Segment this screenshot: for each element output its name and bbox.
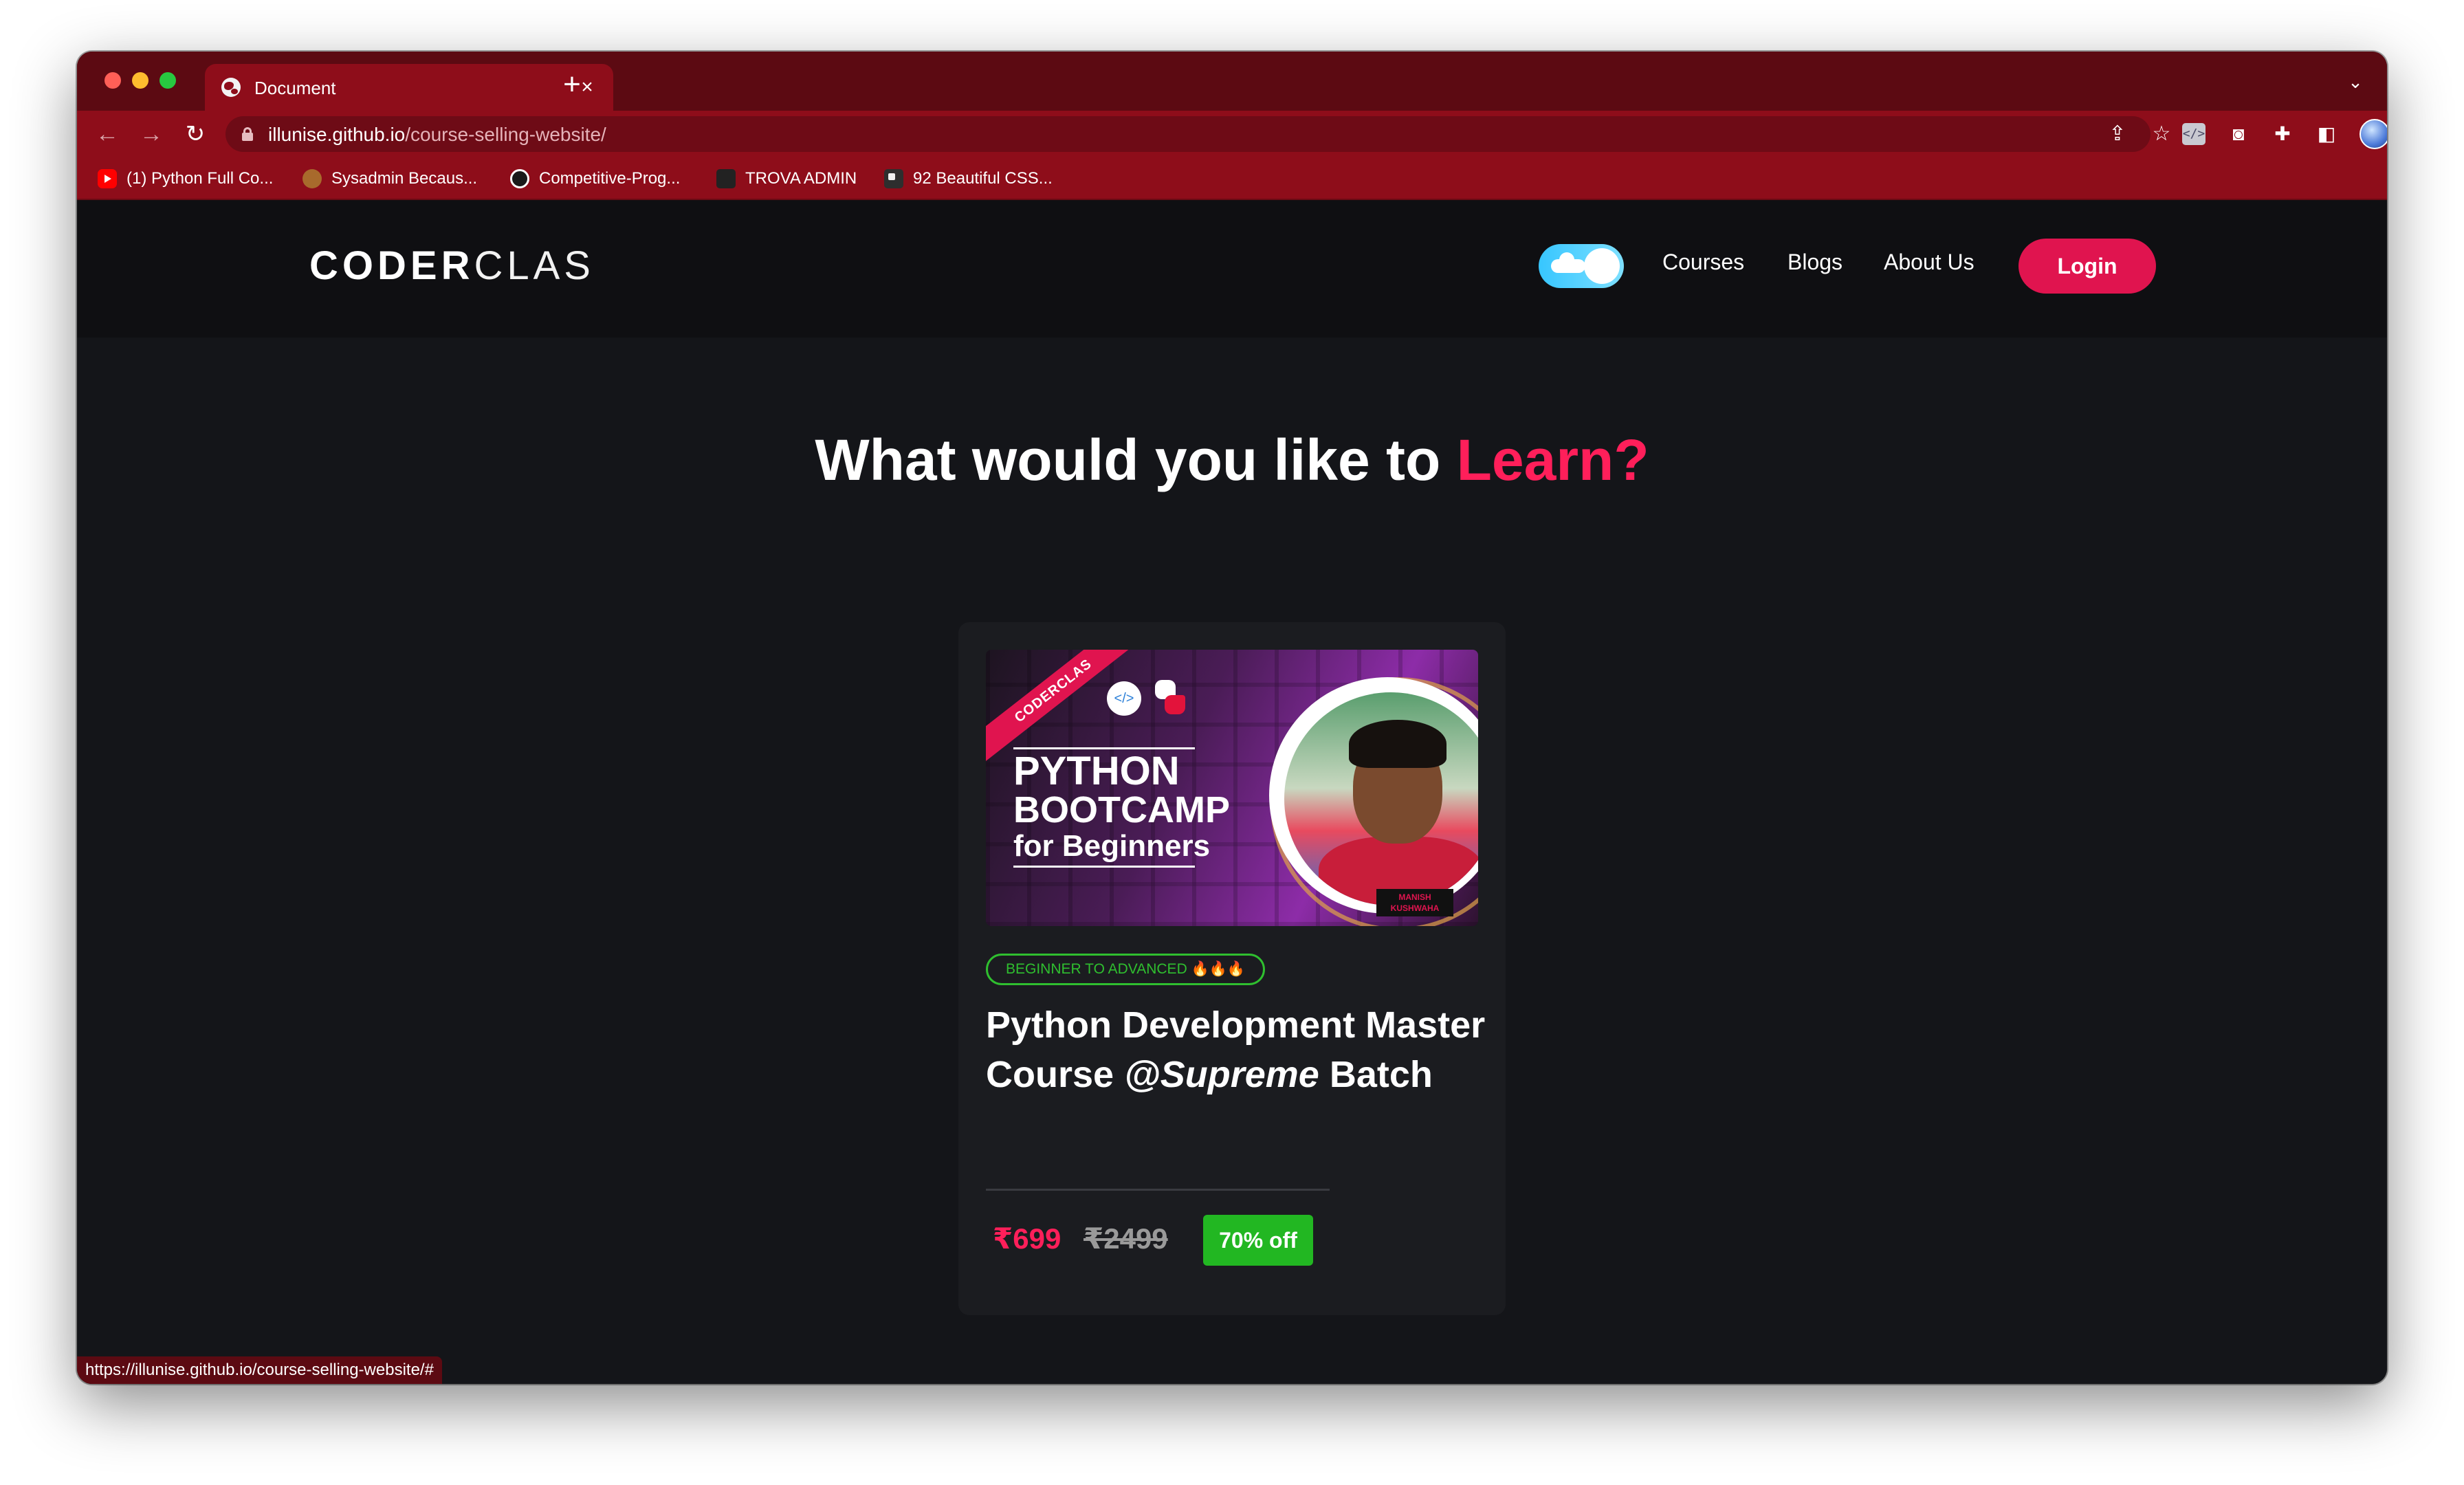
card-divider: [986, 1189, 1330, 1191]
original-price: ₹2499: [1084, 1222, 1168, 1255]
nav-about-link[interactable]: About Us: [1884, 250, 1974, 275]
level-badge: BEGINNER TO ADVANCED 🔥🔥🔥: [986, 954, 1266, 985]
bookmark-python-full-course[interactable]: (1) Python Full Co...: [98, 167, 273, 190]
url-text[interactable]: illunise.github.io/course-selling-websit…: [268, 124, 606, 146]
bookmark-trova-admin[interactable]: TROVA ADMIN: [716, 167, 857, 190]
minimize-window-button[interactable]: [132, 72, 148, 89]
logo-bold: CODER: [309, 243, 474, 288]
bookmark-competitive-prog[interactable]: Competitive-Prog...: [510, 167, 680, 190]
bookmark-label: Sysadmin Becaus...: [331, 169, 478, 188]
login-button[interactable]: Login: [2018, 239, 2156, 294]
bookmark-label: Competitive-Prog...: [539, 169, 681, 188]
sysadmin-icon: [302, 169, 322, 188]
browser-window: Document × + ⌄ ← → ↻ illunise.github.io/…: [77, 52, 2387, 1384]
tab-search-icon[interactable]: ⌄: [2340, 67, 2370, 97]
github-icon: [510, 169, 529, 188]
course-title-end: Batch: [1319, 1054, 1433, 1095]
code-extension-icon[interactable]: </>: [2182, 123, 2206, 145]
bookmark-label: 92 Beautiful CSS...: [913, 169, 1053, 188]
trova-icon: [716, 169, 736, 188]
site-header: CODERCLAS Courses Blogs About Us Login: [77, 200, 2387, 338]
extensions-puzzle-icon[interactable]: ✚: [2269, 120, 2296, 148]
site-logo[interactable]: CODERCLAS: [309, 243, 595, 289]
new-tab-button[interactable]: +: [551, 64, 593, 105]
bookmark-beautiful-css[interactable]: 92 Beautiful CSS...: [884, 167, 1053, 190]
cloud-icon: [1551, 252, 1585, 273]
thumbnail-title: PYTHON BOOTCAMP for Beginners: [1013, 751, 1230, 861]
theme-toggle[interactable]: [1539, 244, 1624, 288]
address-bar[interactable]: illunise.github.io/course-selling-websit…: [226, 116, 2170, 152]
python-icon: [1151, 679, 1188, 716]
tab-strip: Document × + ⌄: [77, 52, 2387, 111]
course-title-brand: @Supreme: [1124, 1054, 1319, 1095]
logo-light: CLAS: [474, 243, 595, 288]
youtube-icon: [98, 169, 117, 188]
share-icon[interactable]: ⇪: [2105, 122, 2130, 146]
bookmark-label: (1) Python Full Co...: [126, 169, 274, 188]
hero-title-accent: Learn?: [1456, 428, 1649, 492]
thumbnail-line-1: PYTHON: [1013, 749, 1180, 793]
vscode-icon: </>: [1107, 681, 1141, 716]
maximize-window-button[interactable]: [160, 72, 176, 89]
status-bar-url: https://illunise.github.io/course-sellin…: [77, 1356, 442, 1384]
course-price: ₹699: [993, 1222, 1062, 1255]
url-path: /course-selling-website/: [405, 124, 606, 145]
bookmark-sysadmin[interactable]: Sysadmin Becaus...: [302, 167, 477, 190]
nav-blogs-link[interactable]: Blogs: [1788, 250, 1842, 275]
back-icon[interactable]: ←: [92, 119, 122, 149]
reload-icon[interactable]: ↻: [180, 119, 210, 149]
url-host: illunise.github.io: [268, 124, 406, 145]
hero-title-prefix: What would you like to: [815, 428, 1457, 492]
course-card[interactable]: CODERCLAS </> PYTHON BOOTCAMP for Beginn…: [958, 622, 1506, 1315]
camera-extension-icon[interactable]: ◙: [2225, 120, 2252, 148]
browser-toolbar: ← → ↻ illunise.github.io/course-selling-…: [77, 111, 2387, 157]
forward-icon[interactable]: →: [136, 119, 166, 149]
discount-badge: 70% off: [1203, 1215, 1313, 1266]
bookmark-label: TROVA ADMIN: [745, 169, 857, 188]
thumbnail-divider: [1013, 866, 1195, 868]
globe-icon: [221, 78, 241, 97]
thumbnail-line-2: BOOTCAMP: [1013, 789, 1230, 830]
bookmark-star-icon[interactable]: ☆: [2149, 122, 2174, 146]
nav-courses-link[interactable]: Courses: [1662, 250, 1744, 275]
hero-title: What would you like to Learn?: [77, 427, 2387, 494]
course-thumbnail[interactable]: CODERCLAS </> PYTHON BOOTCAMP for Beginn…: [986, 650, 1478, 926]
page-viewport: CODERCLAS Courses Blogs About Us Login W…: [77, 200, 2387, 1384]
instructor-name-tag: MANISH KUSHWAHA: [1376, 889, 1453, 916]
bookmarks-bar: (1) Python Full Co... Sysadmin Becaus...…: [77, 157, 2387, 200]
close-window-button[interactable]: [104, 72, 121, 89]
course-title[interactable]: Python Development Master Course @Suprem…: [986, 1000, 1488, 1099]
toggle-knob: [1584, 248, 1620, 284]
tab-title: Document: [254, 78, 336, 98]
side-panel-icon[interactable]: ◧: [2313, 120, 2340, 148]
css-icon: [884, 169, 903, 188]
thumbnail-line-3: for Beginners: [1013, 829, 1211, 863]
profile-avatar[interactable]: [2360, 119, 2387, 149]
lock-icon[interactable]: [242, 127, 253, 141]
